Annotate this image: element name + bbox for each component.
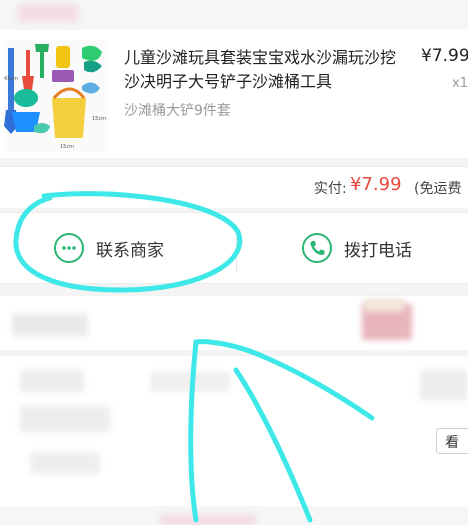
bottom-strip: [0, 506, 468, 525]
call-phone-button[interactable]: 拨打电话: [302, 228, 412, 268]
blurred-footer: [160, 514, 256, 525]
product-price: ¥7.99: [421, 46, 468, 66]
blurred-avatar-top: [364, 298, 404, 312]
total-amount: ¥7.99: [350, 174, 402, 195]
thumb-depth-label: 15cm: [92, 116, 106, 122]
top-bar: [0, 0, 468, 30]
call-phone-label: 拨打电话: [344, 240, 412, 261]
product-sku: 沙滩桶大铲9件套: [124, 103, 231, 119]
thumb-height-label: 41cm: [4, 76, 18, 82]
blurred-header-text: [18, 4, 78, 22]
blurred-block-5: [420, 370, 468, 400]
blurred-section: [0, 296, 468, 350]
blurred-row: [12, 314, 88, 336]
thumb-width-label: 15cm: [60, 144, 74, 150]
contact-seller-label: 联系商家: [96, 240, 164, 261]
beach-toys-image: 41cm 15cm 15cm: [4, 44, 106, 150]
action-divider: [236, 224, 237, 272]
blurred-content: [0, 356, 468, 506]
total-label: 实付:: [314, 181, 347, 197]
chat-bubble-icon: [54, 233, 84, 263]
product-title[interactable]: 儿童沙滩玩具套装宝宝戏水沙漏玩沙挖沙决明子大号铲子沙滩桶工具: [124, 46, 402, 94]
view-button[interactable]: 看: [436, 428, 468, 454]
blurred-block-3: [20, 406, 110, 432]
blurred-block-2: [150, 372, 230, 392]
phone-icon: [302, 233, 332, 263]
product-thumbnail[interactable]: 41cm 15cm 15cm: [4, 40, 108, 152]
product-quantity: x1: [452, 76, 468, 91]
contact-seller-button[interactable]: 联系商家: [54, 228, 164, 268]
blurred-block-1: [20, 370, 84, 392]
blurred-block-4: [30, 452, 100, 474]
shipping-note: (免运费: [414, 181, 462, 197]
